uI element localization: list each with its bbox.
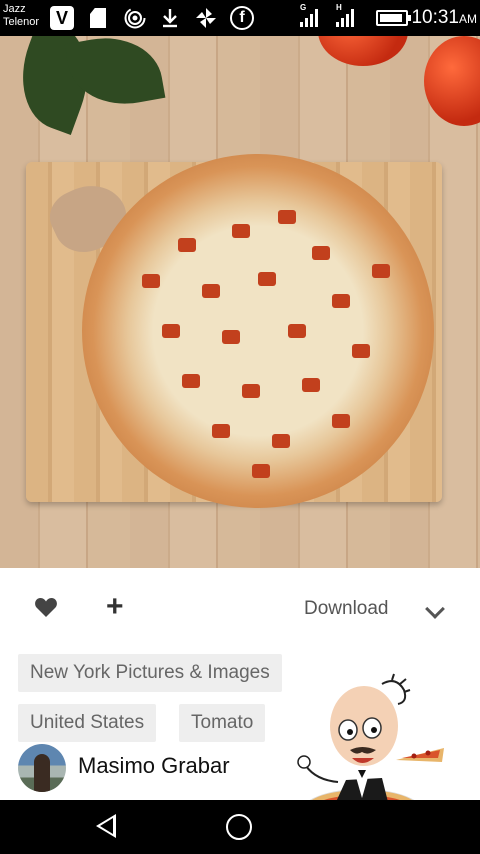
tag-chip[interactable]: Tomato [179,704,266,742]
download-button[interactable]: Download [304,598,389,620]
navigation-bar [0,800,480,854]
tag-chip[interactable]: New York Pictures & Images [18,654,282,692]
author-name[interactable]: Masimo Grabar [78,753,230,779]
battery-icon [376,6,411,30]
home-icon[interactable] [226,814,252,840]
hotspot-icon [124,6,146,30]
download-icon [160,6,180,30]
signal-icon: G [300,3,318,30]
pinwheel-icon [194,6,218,30]
avatar[interactable] [18,744,66,792]
v-app-icon: V [50,6,74,30]
back-icon[interactable] [96,814,116,838]
tag-chip[interactable]: United States [18,704,157,742]
tomato [318,36,408,66]
sd-card-icon [90,6,106,30]
signal-icon: H [336,3,354,30]
heart-icon[interactable] [34,596,58,620]
plus-icon[interactable]: + [106,592,124,622]
tomato [424,36,480,126]
pizza-photo[interactable] [0,36,480,568]
status-bar: Jazz Telenor V f G H 10:31AM [0,0,480,36]
carrier-name: Jazz Telenor [3,3,40,28]
pizza [82,154,434,508]
chevron-down-icon[interactable] [425,599,445,619]
photo-actions: + Download [0,568,480,648]
clock: 10:31AM [411,7,477,28]
facebook-icon: f [230,6,254,30]
